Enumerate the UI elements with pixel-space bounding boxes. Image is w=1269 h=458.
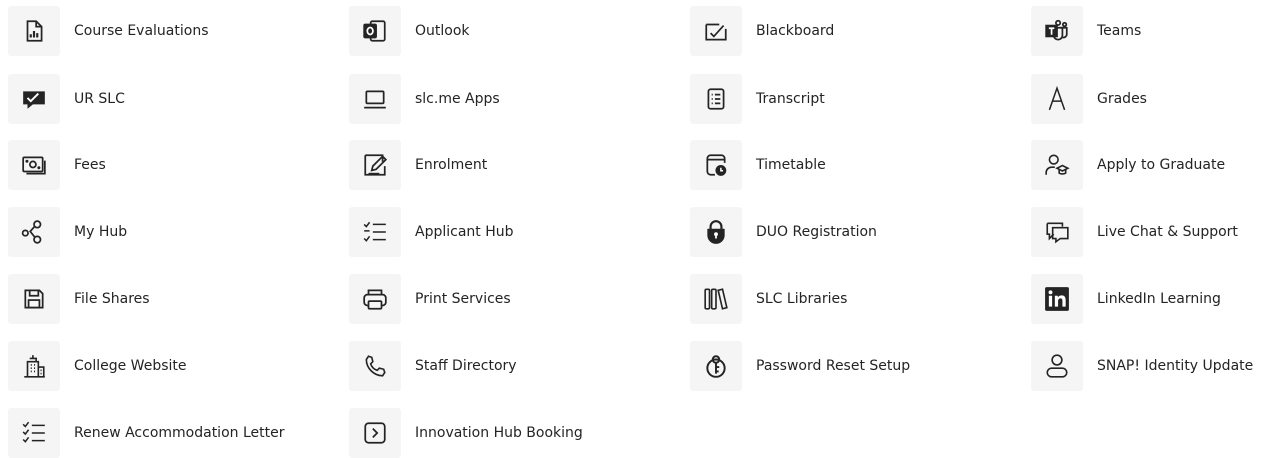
printer-icon (349, 274, 401, 324)
app-label: Renew Accommodation Letter (74, 425, 285, 441)
app-tile-college-website[interactable]: College Website (8, 341, 187, 391)
app-label: DUO Registration (756, 224, 877, 240)
app-tile-fees[interactable]: Fees (8, 140, 106, 190)
app-tile-teams[interactable]: Teams (1031, 6, 1141, 56)
app-label: slc.me Apps (415, 91, 500, 107)
chat-bubbles-icon (1031, 207, 1083, 257)
app-tile-live-chat-support[interactable]: Live Chat & Support (1031, 207, 1238, 257)
app-tile-transcript[interactable]: Transcript (690, 74, 825, 124)
app-label: Live Chat & Support (1097, 224, 1238, 240)
app-label: Enrolment (415, 157, 488, 173)
person-graduation-icon (1031, 140, 1083, 190)
app-label: File Shares (74, 291, 150, 307)
blackboard-icon (690, 6, 742, 56)
laptop-icon (349, 74, 401, 124)
report-chart-icon (8, 6, 60, 56)
money-icon (8, 140, 60, 190)
app-label: Print Services (415, 291, 511, 307)
app-tile-apply-to-graduate[interactable]: Apply to Graduate (1031, 140, 1225, 190)
app-label: SNAP! Identity Update (1097, 358, 1254, 374)
edit-form-icon (349, 140, 401, 190)
key-reset-icon (690, 341, 742, 391)
app-label: Grades (1097, 91, 1147, 107)
app-tile-my-hub[interactable]: My Hub (8, 207, 127, 257)
app-tile-file-shares[interactable]: File Shares (8, 274, 150, 324)
app-label: Timetable (756, 157, 826, 173)
app-label: UR SLC (74, 91, 125, 107)
app-label: Innovation Hub Booking (415, 425, 583, 441)
app-tile-duo-registration[interactable]: DUO Registration (690, 207, 877, 257)
app-label: College Website (74, 358, 187, 374)
app-label: My Hub (74, 224, 128, 240)
chevron-right-box-icon (349, 408, 401, 458)
app-tile-slc-me-apps[interactable]: slc.me Apps (349, 74, 500, 124)
app-tile-applicant-hub[interactable]: Applicant Hub (349, 207, 514, 257)
library-books-icon (690, 274, 742, 324)
chat-check-icon (8, 74, 60, 124)
app-label: Teams (1097, 23, 1142, 39)
app-label: Fees (74, 157, 106, 173)
app-tile-grades[interactable]: Grades (1031, 74, 1147, 124)
hub-nodes-icon (8, 207, 60, 257)
teams-icon (1031, 6, 1083, 56)
app-label: Outlook (415, 23, 470, 39)
app-tile-password-reset-setup[interactable]: Password Reset Setup (690, 341, 910, 391)
person-outline-icon (1031, 341, 1083, 391)
app-label: Applicant Hub (415, 224, 514, 240)
outlook-icon (349, 6, 401, 56)
phone-icon (349, 341, 401, 391)
app-tile-innovation-hub-booking[interactable]: Innovation Hub Booking (349, 408, 583, 458)
app-label: Blackboard (756, 23, 835, 39)
app-label: Password Reset Setup (756, 358, 911, 374)
app-tile-print-services[interactable]: Print Services (349, 274, 511, 324)
app-label: Course Evaluations (74, 23, 209, 39)
app-label: SLC Libraries (756, 291, 848, 307)
app-label: Apply to Graduate (1097, 157, 1226, 173)
app-launcher-grid: Course Evaluations Outlook Blackboard Te… (0, 0, 1269, 458)
list-check-icon (8, 408, 60, 458)
building-icon (8, 341, 60, 391)
app-tile-renew-accommodation-letter[interactable]: Renew Accommodation Letter (8, 408, 284, 458)
transcript-list-icon (690, 74, 742, 124)
checklist-icon (349, 207, 401, 257)
calendar-clock-icon (690, 140, 742, 190)
app-tile-course-evaluations[interactable]: Course Evaluations (8, 6, 209, 56)
app-tile-slc-libraries[interactable]: SLC Libraries (690, 274, 847, 324)
lock-shield-icon (690, 207, 742, 257)
save-disk-icon (8, 274, 60, 324)
app-tile-blackboard[interactable]: Blackboard (690, 6, 834, 56)
linkedin-icon (1031, 274, 1083, 324)
app-tile-staff-directory[interactable]: Staff Directory (349, 341, 517, 391)
app-label: LinkedIn Learning (1097, 291, 1221, 307)
app-tile-snap-identity-update[interactable]: SNAP! Identity Update (1031, 341, 1253, 391)
app-label: Transcript (756, 91, 825, 107)
app-tile-linkedin-learning[interactable]: LinkedIn Learning (1031, 274, 1221, 324)
app-tile-timetable[interactable]: Timetable (690, 140, 826, 190)
app-tile-ur-slc[interactable]: UR SLC (8, 74, 125, 124)
app-label: Staff Directory (415, 358, 517, 374)
letter-a-icon (1031, 74, 1083, 124)
app-tile-outlook[interactable]: Outlook (349, 6, 470, 56)
app-tile-enrolment[interactable]: Enrolment (349, 140, 487, 190)
